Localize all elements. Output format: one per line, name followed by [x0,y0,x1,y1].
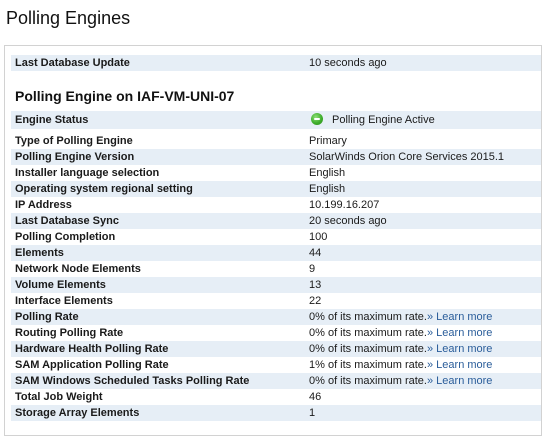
row-label: Polling Completion [15,231,116,243]
detail-row: Polling Engine Version SolarWinds Orion C… [11,149,541,165]
row-label: SAM Windows Scheduled Tasks Polling Rate [15,375,250,387]
row-label: Last Database Sync [15,215,119,227]
row-label: SAM Application Polling Rate [15,359,169,371]
detail-row: Storage Array Elements 1 [11,405,541,421]
row-label: Type of Polling Engine [15,135,133,147]
detail-row: Network Node Elements 9 [11,261,541,277]
link-separator: » [426,311,437,323]
page-title: Polling Engines [6,8,131,28]
row-value: 9 [309,263,316,275]
link-separator: » [426,343,437,355]
row-value: 1% of its maximum rate.» Learn more [309,359,493,371]
status-active-icon [311,113,323,125]
learn-more-link[interactable]: Learn more [436,343,492,355]
detail-row: Operating system regional setting English [11,181,541,197]
status-value: Polling Engine Active [332,114,435,126]
row-label: Interface Elements [15,295,113,307]
row-label: Engine Status [15,114,89,126]
row-label: Polling Engine Version [15,151,135,163]
detail-row: SAM Application Polling Rate 1% of its ma… [11,357,541,373]
row-label: Total Job Weight [15,391,103,403]
row-value: English [309,167,346,179]
row-value: 100 [309,231,328,243]
detail-row: Interface Elements 22 [11,293,541,309]
row-label: Routing Polling Rate [15,327,124,339]
row-label: Last Database Update [15,57,130,69]
row-label: Storage Array Elements [15,407,140,419]
detail-row: Type of Polling Engine Primary [11,133,541,149]
row-value: 20 seconds ago [309,215,387,227]
detail-row: Polling Rate 0% of its maximum rate.» Lea… [11,309,541,325]
row-label: IP Address [15,199,72,211]
detail-row: Hardware Health Polling Rate 0% of its ma… [11,341,541,357]
row-value: 44 [309,247,322,259]
row-label: Volume Elements [15,279,106,291]
row-label: Installer language selection [15,167,160,179]
row-value: 13 [309,279,322,291]
detail-row: Volume Elements 13 [11,277,541,293]
row-value: 10 seconds ago [309,57,387,69]
row-label: Network Node Elements [15,263,141,275]
polling-engine-panel: Last Database Update 10 seconds ago Poll… [4,45,542,436]
row-value: English [309,183,346,195]
engine-status-row: Engine Status Polling Engine Active [11,111,541,129]
detail-row: Polling Completion 100 [11,229,541,245]
row-value: 0% of its maximum rate.» Learn more [309,343,493,355]
learn-more-link[interactable]: Learn more [436,359,492,371]
last-database-update-row: Last Database Update 10 seconds ago [11,55,541,71]
row-value: 10.199.16.207 [309,199,380,211]
detail-row: Installer language selection English [11,165,541,181]
row-value: 22 [309,295,322,307]
learn-more-link[interactable]: Learn more [436,375,492,387]
detail-row: Last Database Sync 20 seconds ago [11,213,541,229]
detail-row: SAM Windows Scheduled Tasks Polling Rate… [11,373,541,389]
detail-row: Routing Polling Rate 0% of its maximum ra… [11,325,541,341]
detail-row: IP Address 10.199.16.207 [11,197,541,213]
polling-engine-title: Polling Engine on IAF-VM-UNI-07 [15,88,235,104]
row-value: SolarWinds Orion Core Services 2015.1 [309,151,505,163]
link-separator: » [426,375,437,387]
link-separator: » [426,359,437,371]
link-separator: » [426,327,437,339]
learn-more-link[interactable]: Learn more [436,311,492,323]
learn-more-link[interactable]: Learn more [436,327,492,339]
row-value: 1 [309,407,316,419]
row-value: Primary [309,135,347,147]
row-value: 0% of its maximum rate.» Learn more [309,311,493,323]
detail-row: Total Job Weight 46 [11,389,541,405]
row-label: Elements [15,247,64,259]
row-value: 0% of its maximum rate.» Learn more [309,327,493,339]
row-label: Operating system regional setting [15,183,193,195]
row-value: 46 [309,391,322,403]
row-label: Hardware Health Polling Rate [15,343,169,355]
detail-row: Elements 44 [11,245,541,261]
row-label: Polling Rate [15,311,79,323]
row-value: 0% of its maximum rate.» Learn more [309,375,493,387]
